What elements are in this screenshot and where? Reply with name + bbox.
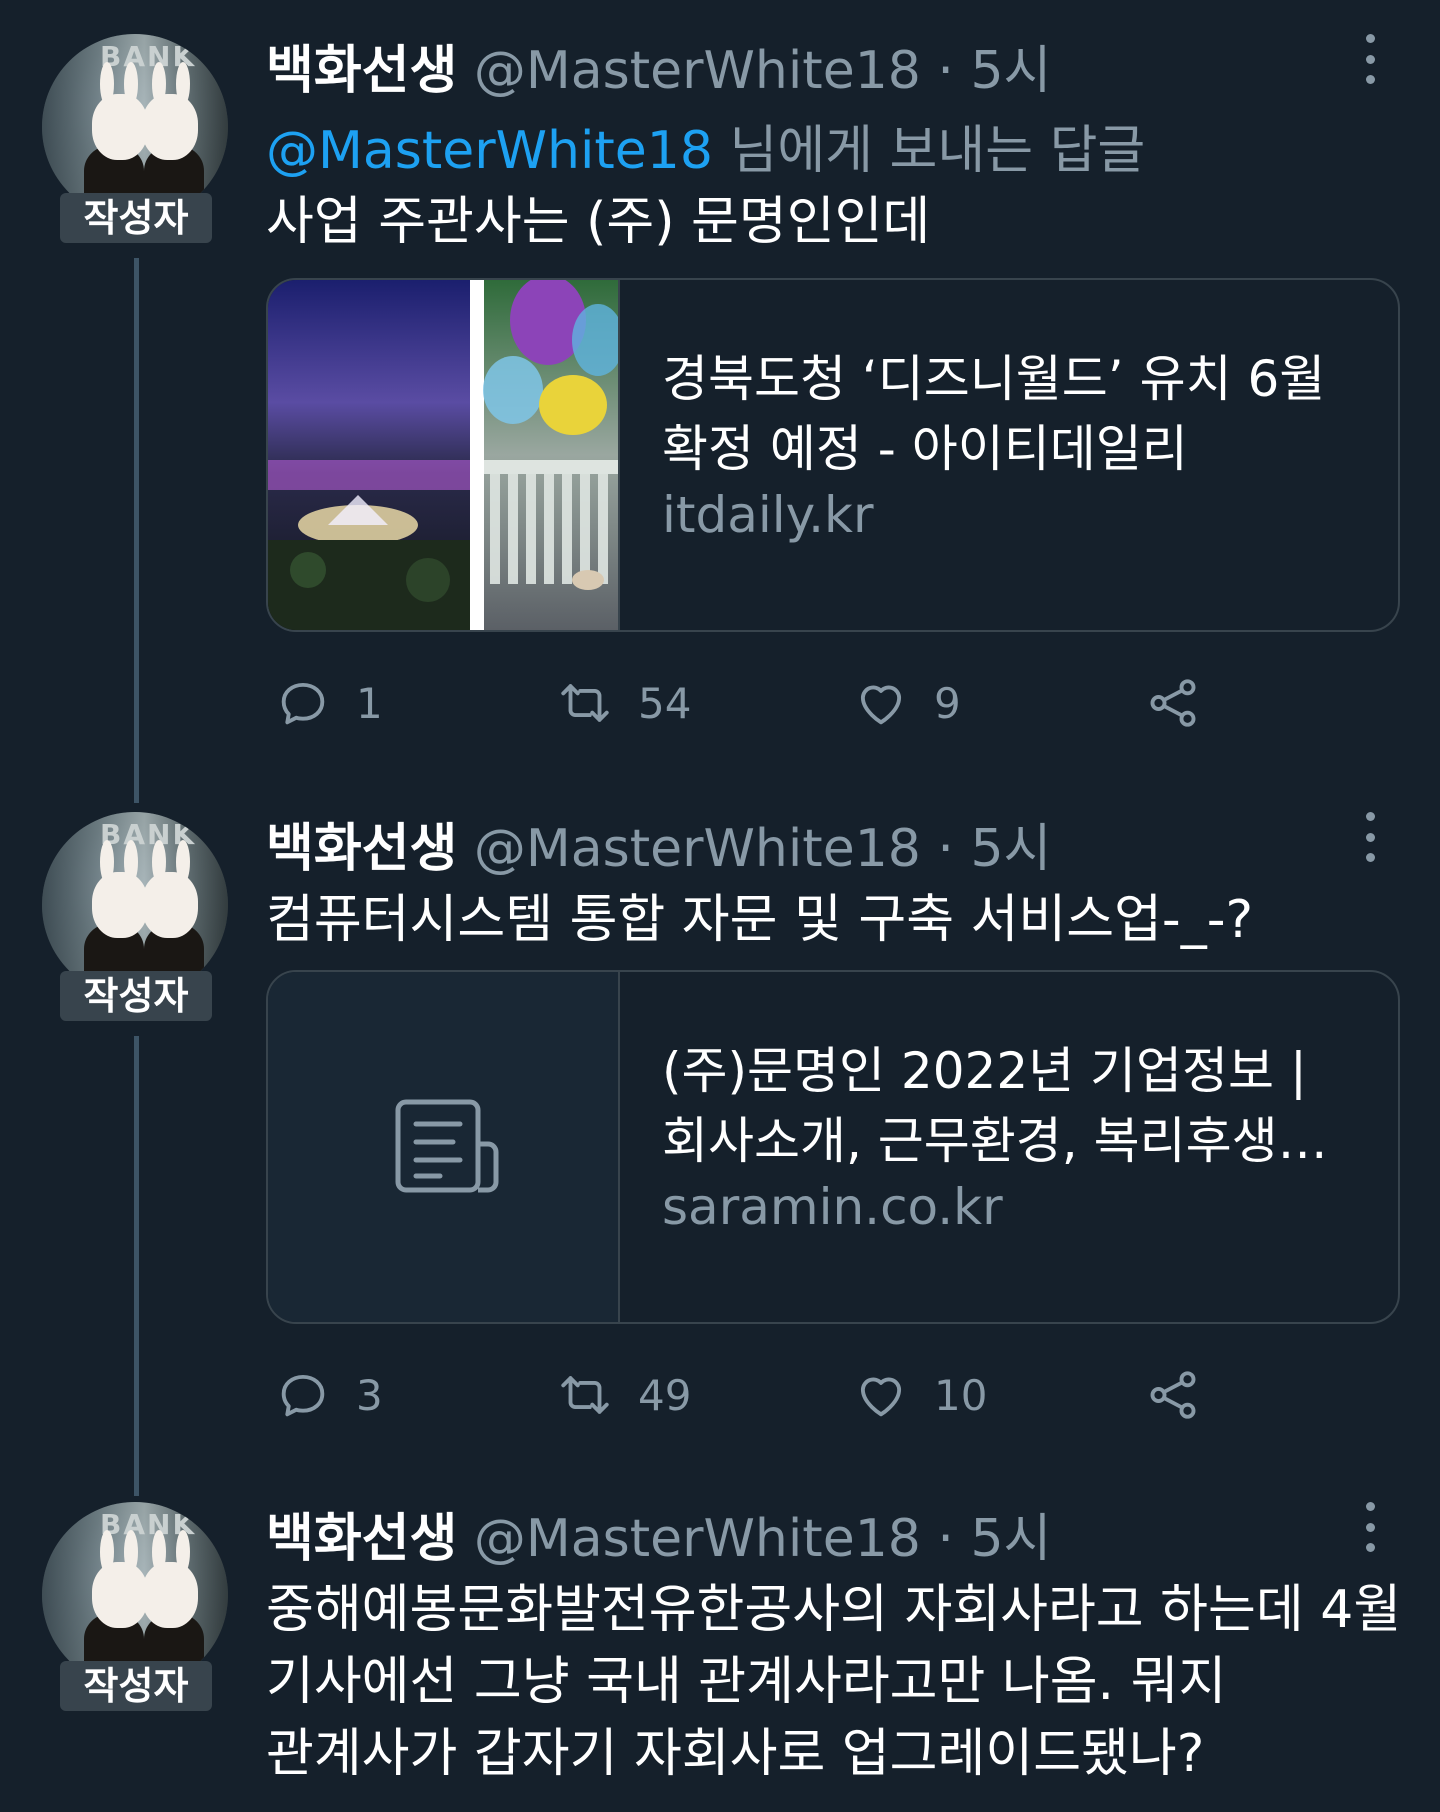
retweet-count: 54 (638, 678, 692, 728)
timestamp[interactable]: 5시 (970, 819, 1051, 879)
tweet-text-line: 기사에선 그냥 국내 관계사라고만 나옴. 뭐지 (266, 1652, 1227, 1712)
author-badge: 작성자 (60, 193, 212, 243)
reply-to-suffix: 님에게 보내는 답글 (712, 121, 1146, 181)
like-count: 10 (934, 1370, 988, 1420)
card-placeholder (268, 972, 620, 1322)
share-button[interactable] (1144, 668, 1226, 738)
link-card[interactable]: (주)문명인 2022년 기업정보 | 회사소개, 근무환경, 복리후생… sa… (266, 970, 1400, 1324)
tweet-text-line: 관계사가 갑자기 자회사로 업그레이드됐나? (266, 1724, 1205, 1784)
like-count: 9 (934, 678, 961, 728)
card-domain: saramin.co.kr (662, 1178, 1003, 1236)
timestamp[interactable]: 5시 (970, 41, 1051, 101)
document-icon (395, 1099, 499, 1193)
tweet-text: 컴퓨터시스템 통합 자문 및 구축 서비스업-_-? (266, 890, 1254, 950)
reply-mention-link[interactable]: @MasterWhite18 (266, 121, 713, 181)
heart-icon (860, 685, 902, 725)
tweet-header: 백화선생 @MasterWhite18 · 5시 (266, 1496, 1051, 1571)
tweet-text: 중해예봉문화발전유한공사의 자회사라고 하는데 4월 기사에선 그냥 국내 관계… (266, 1574, 1401, 1790)
tweet-text: 사업 주관사는 (주) 문명인인데 (266, 192, 931, 252)
tweet-header: 백화선생 @MasterWhite18 · 5시 (266, 28, 1051, 103)
author-name[interactable]: 백화선생 (266, 819, 457, 879)
tweet-text-line: 중해예봉문화발전유한공사의 자회사라고 하는데 4월 (266, 1580, 1402, 1640)
card-domain: itdaily.kr (662, 486, 874, 544)
retweet-button[interactable]: 49 (556, 1360, 691, 1430)
retweet-icon (561, 1376, 609, 1414)
share-icon (1150, 679, 1196, 727)
separator-dot: · (937, 819, 954, 879)
like-button[interactable]: 9 (852, 668, 961, 738)
retweet-button[interactable]: 54 (556, 668, 691, 738)
like-button[interactable]: 10 (852, 1360, 987, 1430)
author-name[interactable]: 백화선생 (266, 41, 457, 101)
card-title: 경북도청 ‘디즈니월드’ 유치 6월 확정 예정 - 아이티데일리 (662, 350, 1326, 478)
more-options-icon[interactable] (1360, 812, 1380, 862)
more-options-icon[interactable] (1360, 34, 1380, 84)
card-image (268, 280, 624, 630)
card-info: 경북도청 ‘디즈니월드’ 유치 6월 확정 예정 - 아이티데일리 itdail… (662, 344, 1362, 546)
separator-dot: · (937, 1509, 954, 1569)
reply-button[interactable]: 3 (274, 1360, 383, 1430)
reply-to-line: @MasterWhite18 님에게 보내는 답글 (266, 108, 1145, 183)
reply-count: 1 (356, 678, 383, 728)
reply-button[interactable]: 1 (274, 668, 383, 738)
share-icon (1150, 1371, 1196, 1419)
share-button[interactable] (1144, 1360, 1226, 1430)
tweet-actions: 1 54 9 (266, 668, 1226, 738)
more-options-icon[interactable] (1360, 1502, 1380, 1552)
reply-icon (281, 1374, 325, 1417)
reply-icon (281, 682, 325, 725)
author-badge: 작성자 (60, 971, 212, 1021)
heart-icon (860, 1377, 902, 1417)
card-info: (주)문명인 2022년 기업정보 | 회사소개, 근무환경, 복리후생… sa… (662, 1036, 1362, 1238)
link-card[interactable]: 경북도청 ‘디즈니월드’ 유치 6월 확정 예정 - 아이티데일리 itdail… (266, 278, 1400, 632)
retweet-icon (561, 684, 609, 722)
tweet-header: 백화선생 @MasterWhite18 · 5시 (266, 806, 1051, 881)
card-title: (주)문명인 2022년 기업정보 | 회사소개, 근무환경, 복리후생… (662, 1042, 1328, 1170)
separator-dot: · (937, 41, 954, 101)
tweet-1[interactable]: BANK 작성자 백화선생 @MasterWhite18 · 5시 @Maste… (0, 0, 1440, 780)
author-handle[interactable]: @MasterWhite18 (474, 1509, 921, 1569)
author-badge: 작성자 (60, 1661, 212, 1711)
tweet-actions: 3 49 10 (266, 1360, 1226, 1430)
tweet-2[interactable]: BANK 작성자 백화선생 @MasterWhite18 · 5시 컴퓨터시스템… (0, 778, 1440, 1478)
timestamp[interactable]: 5시 (970, 1509, 1051, 1569)
resort-night-and-balloons-photo (268, 280, 624, 630)
tweet-3[interactable]: BANK 작성자 백화선생 @MasterWhite18 · 5시 중해예봉문화… (0, 1468, 1440, 1812)
author-handle[interactable]: @MasterWhite18 (474, 819, 921, 879)
author-handle[interactable]: @MasterWhite18 (474, 41, 921, 101)
retweet-count: 49 (638, 1370, 692, 1420)
author-name[interactable]: 백화선생 (266, 1509, 457, 1569)
reply-count: 3 (356, 1370, 383, 1420)
